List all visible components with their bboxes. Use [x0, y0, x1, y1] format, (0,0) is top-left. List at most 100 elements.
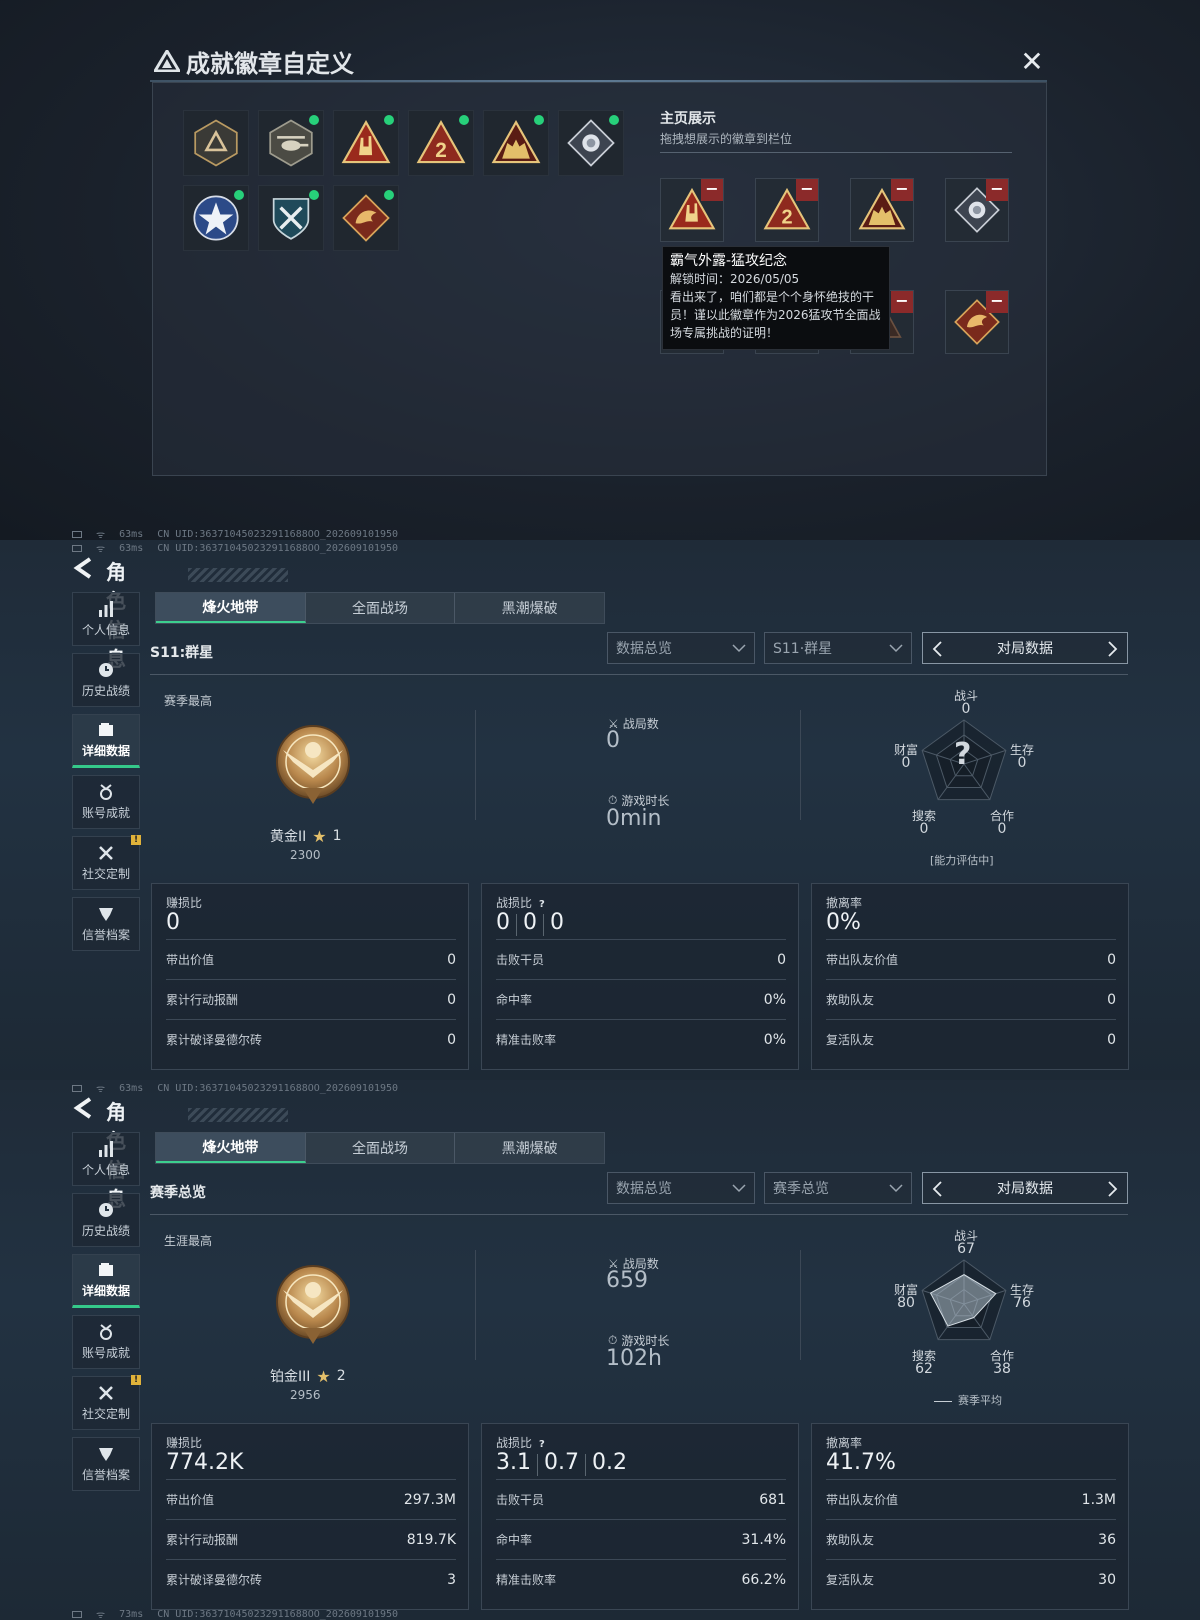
dragon-badge[interactable] — [333, 185, 399, 251]
number-two-badge[interactable]: 2 — [408, 110, 474, 176]
uid-text: CN UID:363710450232911688OO_202609101950 — [157, 1082, 399, 1094]
soldiers-badge[interactable] — [483, 110, 549, 176]
radar-label: 战斗 0 — [954, 690, 978, 717]
new-indicator-dot — [459, 115, 469, 125]
nav-reputation[interactable]: 信誉档案 — [72, 897, 140, 951]
radar-axis-value: 62 — [915, 1361, 933, 1377]
rank-name-row: 黄金II ★ 1 — [270, 826, 370, 846]
tab-warzone[interactable]: 烽火地带 — [156, 1133, 306, 1163]
chevron-left-icon[interactable] — [931, 641, 943, 657]
radar-axis-value: 0 — [901, 755, 911, 771]
remove-badge-button[interactable]: − — [796, 179, 818, 201]
mode-tabs: 烽火地带 全面战场 黑潮爆破 — [155, 1132, 605, 1164]
nav-detailed-data[interactable]: 详细数据 — [72, 1254, 140, 1308]
kd-value-3: 0 — [550, 910, 564, 935]
data-type-dropdown[interactable]: 数据总览 — [607, 632, 755, 664]
kd-values: 0 0 0 — [496, 910, 564, 936]
radar-label: 财富 80 — [894, 1284, 918, 1311]
back-arrow-icon[interactable] — [72, 556, 94, 580]
radar-label: 财富 0 — [894, 744, 918, 771]
kd-values: 3.1 0.7 0.2 — [496, 1450, 627, 1476]
nav-history[interactable]: 历史战绩 — [72, 653, 140, 707]
remove-badge-button[interactable]: − — [986, 179, 1008, 201]
row-label: 命中率 — [496, 993, 533, 1007]
star-shield-badge[interactable] — [183, 185, 249, 251]
stat-row: 复活队友 30 — [826, 1559, 1116, 1599]
stat-row: 带出队友价值 0 — [826, 939, 1116, 979]
rock-hand-badge[interactable] — [333, 110, 399, 176]
nav-label: 个人信息 — [81, 1163, 130, 1177]
battery-icon — [72, 1610, 82, 1618]
radar-label: 搜索 0 — [912, 810, 936, 837]
showcase-slot[interactable]: − — [660, 178, 724, 242]
nav-achievements[interactable]: 账号成就 — [72, 775, 140, 829]
card-label-row: 战损比 ? — [496, 1434, 548, 1451]
radar-label: 合作 0 — [990, 810, 1014, 837]
tooltip-desc-line: 员！谨以此徽章作为2026猛攻节全面战 — [670, 308, 881, 322]
triangle-emblem-badge[interactable] — [183, 110, 249, 176]
alert-flag-icon: ! — [131, 1375, 141, 1385]
radar-label: 生存 76 — [1010, 1284, 1034, 1311]
star-icon: ★ — [316, 1366, 331, 1386]
showcase-slot[interactable]: − — [850, 178, 914, 242]
playtime-value: 0min — [606, 806, 662, 831]
nav-achievements[interactable]: 账号成就 — [72, 1315, 140, 1369]
season-dropdown[interactable]: S11·群星 — [764, 632, 912, 664]
row-value: 0 — [777, 951, 786, 968]
chevron-left-icon[interactable] — [931, 1181, 943, 1197]
new-indicator-dot — [309, 190, 319, 200]
radar-axis-value: 0 — [961, 701, 971, 717]
showcase-subtitle: 拖拽想展示的徽章到栏位 — [660, 132, 793, 146]
profit-card: 赚损比 0 带出价值 0 累计行动报酬 0 累计破译曼德尔砖 0 — [151, 883, 469, 1070]
kd-card: 战损比 ? 3.1 0.7 0.2 击败干员 681 命中率 31.4% 精准击败率… — [481, 1423, 799, 1610]
stat-row: 带出价值 297.3M — [166, 1479, 456, 1519]
tab-blacktide[interactable]: 黑潮爆破 — [455, 1133, 604, 1163]
column-separator — [800, 710, 801, 820]
nav-social-custom[interactable]: ! 社交定制 — [72, 1375, 141, 1430]
alert-flag-icon: ! — [131, 835, 141, 845]
showcase-slot[interactable]: − — [945, 178, 1009, 242]
badge-tooltip: 霸气外露-猛攻纪念 解锁时间：2026/05/05 看出来了，咱们都是个个身怀绝… — [662, 246, 890, 350]
remove-badge-button[interactable]: − — [891, 179, 913, 201]
season-label: S11:群星 — [150, 645, 214, 661]
nav-social-custom[interactable]: ! 社交定制 — [72, 835, 141, 890]
radar-label: 生存 0 — [1010, 744, 1034, 771]
remove-badge-button[interactable]: − — [891, 291, 913, 313]
nav-label: 历史战绩 — [81, 684, 130, 698]
back-arrow-icon[interactable] — [72, 1096, 94, 1120]
row-value: 31.4% — [741, 1531, 786, 1548]
showcase-slot[interactable]: − — [945, 290, 1009, 354]
chevron-right-icon[interactable] — [1107, 1181, 1119, 1197]
status-bar: ᯤ 63ms CN UID:363710450232911688OO_20260… — [72, 1080, 398, 1096]
nav-personal-info[interactable]: 个人信息 — [72, 592, 140, 646]
nav-personal-info[interactable]: 个人信息 — [72, 1132, 140, 1186]
bar-chart-icon — [99, 601, 113, 617]
helicopter-badge[interactable] — [258, 110, 324, 176]
close-icon[interactable]: ✕ — [1018, 48, 1046, 76]
season-dropdown[interactable]: 赛季总览 — [764, 1172, 912, 1204]
row-value: 0 — [447, 1031, 456, 1048]
row-label: 带出队友价值 — [826, 953, 899, 967]
data-type-dropdown[interactable]: 数据总览 — [607, 1172, 755, 1204]
nav-reputation[interactable]: 信誉档案 — [72, 1437, 140, 1491]
stat-row: 累计行动报酬 0 — [166, 979, 456, 1019]
remove-badge-button[interactable]: − — [701, 179, 723, 201]
card-label: 赚损比 — [166, 896, 203, 910]
tab-blacktide[interactable]: 黑潮爆破 — [455, 593, 604, 623]
tab-battlefield[interactable]: 全面战场 — [306, 593, 456, 623]
showcase-title: 主页展示 — [660, 111, 716, 127]
shield-icon — [99, 1448, 113, 1461]
crossed-shield-badge[interactable] — [258, 185, 324, 251]
remove-badge-button[interactable]: − — [986, 291, 1008, 313]
medal-icon — [100, 784, 112, 800]
silver-diamond-badge[interactable] — [558, 110, 624, 176]
tab-warzone[interactable]: 烽火地带 — [156, 593, 306, 623]
nav-label: 信誉档案 — [81, 1468, 130, 1482]
nav-detailed-data[interactable]: 详细数据 — [72, 714, 140, 768]
row-label: 复活队友 — [826, 1573, 875, 1587]
chevron-right-icon[interactable] — [1107, 641, 1119, 657]
showcase-slot[interactable]: 2− — [755, 178, 819, 242]
nav-history[interactable]: 历史战绩 — [72, 1193, 140, 1247]
radar-axis-value: 67 — [957, 1241, 975, 1257]
tab-battlefield[interactable]: 全面战场 — [306, 1133, 456, 1163]
